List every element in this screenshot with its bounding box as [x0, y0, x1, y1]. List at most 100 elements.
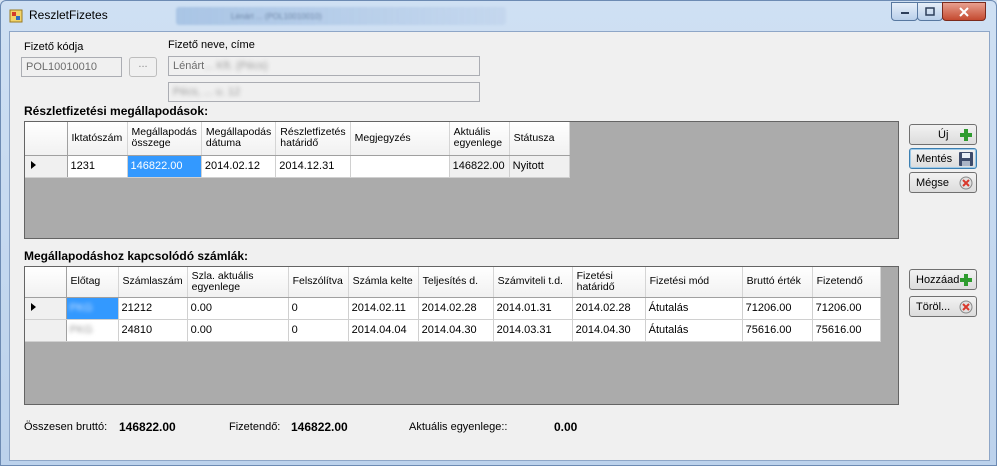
payable-value: 146822.00 — [291, 420, 348, 434]
col-brutto[interactable]: Bruttó érték — [742, 267, 813, 298]
current-row-arrow-icon — [31, 161, 36, 169]
col-szamla-kelte[interactable]: Számla kelte — [348, 267, 419, 298]
balance-label: Aktuális egyenlege:: — [409, 421, 508, 433]
payer-code-field[interactable]: POL10010010 — [21, 57, 122, 77]
payer-code-label: Fizető kódja — [24, 41, 84, 53]
col-fizetesi-mod[interactable]: Fizetési mód — [645, 267, 743, 298]
cancel-button-label: Mégse — [916, 176, 950, 189]
add-icon — [960, 274, 972, 286]
minimize-button[interactable] — [891, 2, 918, 21]
cell-szamlaszam[interactable]: 21212 — [118, 297, 188, 320]
cell-elotag[interactable]: PKG — [66, 297, 119, 320]
cell-teljesites[interactable]: 2014.04.30 — [418, 319, 494, 342]
cell-brutto[interactable]: 71206.00 — [742, 297, 813, 320]
cell-teljesites[interactable]: 2014.02.28 — [418, 297, 494, 320]
col-szamlaszam[interactable]: Számlaszám — [118, 267, 188, 298]
payer-address-blurred: Pécs, ... u. 12 — [173, 86, 241, 98]
maximize-button[interactable] — [917, 2, 943, 21]
cell-elotag-value: PKG — [69, 302, 93, 314]
gross-total-value: 146822.00 — [119, 420, 176, 434]
cell-hatarido[interactable]: 2014.12.31 — [275, 155, 351, 178]
cell-megjegyzes[interactable] — [350, 155, 450, 178]
close-button[interactable] — [942, 2, 986, 21]
cancel-button[interactable]: Mégse — [909, 172, 977, 193]
row-header[interactable] — [25, 319, 67, 342]
app-icon — [9, 9, 23, 23]
invoices-grid[interactable]: Előtag Számlaszám Szla. aktuális egyenle… — [24, 266, 899, 405]
minimize-icon — [900, 11, 909, 14]
cell-mod[interactable]: Átutalás — [645, 319, 743, 342]
cell-fizetendo[interactable]: 75616.00 — [812, 319, 881, 342]
col-aktualis-egyenlege[interactable]: Aktuális egyenlege — [449, 122, 510, 156]
table-row[interactable]: 1231 146822.00 2014.02.12 2014.12.31 146… — [25, 155, 570, 178]
add-invoice-label: Hozzáad — [916, 273, 960, 286]
cell-fizetendo[interactable]: 71206.00 — [812, 297, 881, 320]
gross-total-label: Összesen bruttó: — [24, 421, 108, 433]
save-icon — [959, 152, 973, 166]
cell-hatarido[interactable]: 2014.04.30 — [572, 319, 646, 342]
col-statusza[interactable]: Státusza — [509, 122, 570, 156]
invoices-table: Előtag Számlaszám Szla. aktuális egyenle… — [25, 267, 881, 342]
cell-elotag[interactable]: PKG — [66, 319, 119, 342]
delete-invoice-button[interactable]: Töröl... — [909, 296, 977, 317]
col-megallapodas-datuma[interactable]: Megállapodás dátuma — [201, 122, 277, 156]
delete-icon — [959, 300, 973, 314]
col-fizetesi-hatarido[interactable]: Fizetési határidő — [572, 267, 646, 298]
col-fizetendo[interactable]: Fizetendő — [812, 267, 881, 298]
col-teljesites[interactable]: Teljesítés d. — [418, 267, 494, 298]
payer-name-field[interactable]: Lénárt... Kft. (Pécs) — [168, 56, 480, 76]
cell-felszolitva[interactable]: 0 — [288, 297, 349, 320]
agreements-title: Részletfizetési megállapodások: — [24, 104, 209, 118]
agreements-table: Iktatószám Megállapodás összege Megállap… — [25, 122, 570, 178]
cell-statusz[interactable]: Nyitott — [509, 155, 570, 178]
col-elotag[interactable]: Előtag — [66, 267, 119, 298]
table-row[interactable]: PKG 21212 0.00 0 2014.02.11 2014.02.28 2… — [25, 297, 881, 320]
cell-elotag-value: PKG — [69, 324, 93, 336]
payer-browse-button[interactable]: ... — [129, 57, 157, 77]
title-bar[interactable]: ReszletFizetes Lénárt ... (POL10010010) — [1, 1, 996, 31]
cell-hatarido[interactable]: 2014.02.28 — [572, 297, 646, 320]
col-szla-egyenleg[interactable]: Szla. aktuális egyenlege — [187, 267, 289, 298]
window-title: ReszletFizetes — [29, 8, 108, 22]
row-header[interactable] — [25, 155, 68, 178]
cell-szamviteli[interactable]: 2014.03.31 — [493, 319, 573, 342]
cell-szla-egyenleg[interactable]: 0.00 — [187, 319, 289, 342]
add-icon — [960, 129, 972, 141]
payer-address-field[interactable]: Pécs, ... u. 12 — [168, 82, 480, 102]
save-button-label: Mentés — [916, 152, 953, 165]
cell-egyenleg[interactable]: 146822.00 — [449, 155, 510, 178]
close-icon — [959, 6, 969, 17]
cell-szamviteli[interactable]: 2014.01.31 — [493, 297, 573, 320]
payer-name-label: Fizető neve, címe — [168, 39, 255, 51]
save-button[interactable]: Mentés — [909, 148, 977, 169]
col-megjegyzes[interactable]: Megjegyzés — [350, 122, 450, 156]
cell-mod[interactable]: Átutalás — [645, 297, 743, 320]
row-header[interactable] — [25, 297, 67, 320]
current-row-arrow-icon — [31, 303, 36, 311]
new-button[interactable]: Új — [909, 124, 977, 145]
cell-brutto[interactable]: 75616.00 — [742, 319, 813, 342]
payer-name-value: Lénárt — [173, 60, 205, 72]
table-row[interactable]: PKG 24810 0.00 0 2014.04.04 2014.04.30 2… — [25, 319, 881, 342]
main-window: ReszletFizetes Lénárt ... (POL10010010) … — [0, 0, 997, 466]
payable-label: Fizetendő: — [229, 421, 281, 433]
cell-szamlaszam[interactable]: 24810 — [118, 319, 188, 342]
cell-kelte[interactable]: 2014.02.11 — [348, 297, 419, 320]
invoices-corner — [25, 267, 67, 298]
cell-iktatoszam[interactable]: 1231 — [67, 155, 128, 178]
agreements-grid[interactable]: Iktatószám Megállapodás összege Megállap… — [24, 121, 899, 239]
col-szamviteli[interactable]: Számviteli t.d. — [493, 267, 573, 298]
cell-felszolitva[interactable]: 0 — [288, 319, 349, 342]
cell-szla-egyenleg[interactable]: 0.00 — [187, 297, 289, 320]
col-reszletfizetes-hatarido[interactable]: Részletfizetés határidő — [275, 122, 351, 156]
delete-invoice-label: Töröl... — [916, 300, 951, 313]
cell-osszeg[interactable]: 146822.00 — [127, 155, 202, 178]
col-megallapodas-osszege[interactable]: Megállapodás összege — [127, 122, 202, 156]
payer-name-blurred: ... Kft. (Pécs) — [204, 60, 268, 72]
add-invoice-button[interactable]: Hozzáad — [909, 269, 977, 290]
col-iktatoszam[interactable]: Iktatószám — [67, 122, 128, 156]
col-felszolitva[interactable]: Felszólítva — [288, 267, 349, 298]
cell-datum[interactable]: 2014.02.12 — [201, 155, 277, 178]
cell-kelte[interactable]: 2014.04.04 — [348, 319, 419, 342]
blurred-caption: Lénárt ... (POL10010010) — [231, 12, 322, 21]
